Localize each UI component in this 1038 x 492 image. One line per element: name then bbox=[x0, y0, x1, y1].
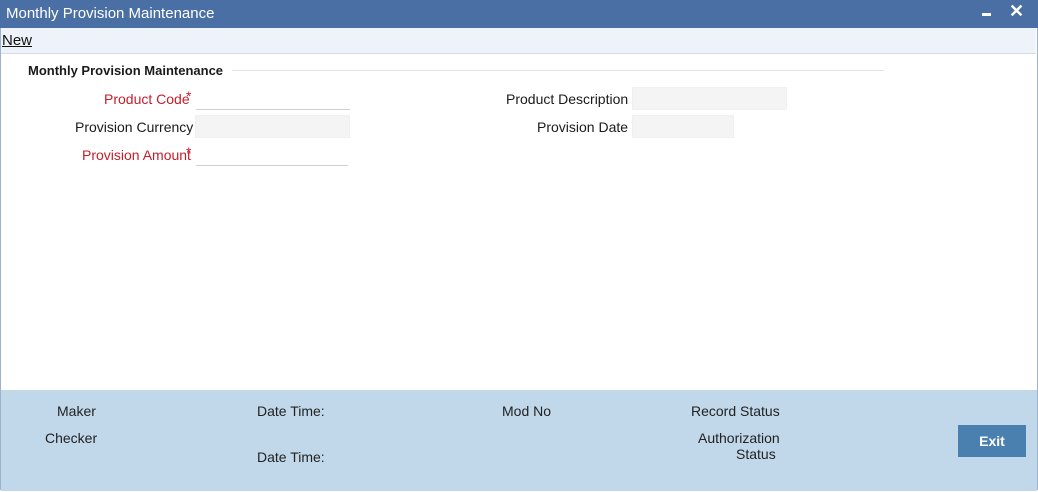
window-titlebar: Monthly Provision Maintenance ✕ bbox=[0, 0, 1038, 28]
toolbar: New bbox=[0, 28, 1036, 54]
provision-amount-required-mark: * bbox=[186, 144, 192, 160]
record-status-label: Record Status bbox=[691, 403, 780, 419]
provision-amount-input[interactable] bbox=[196, 145, 348, 166]
product-code-label: Product Code bbox=[104, 91, 190, 107]
product-description-field[interactable] bbox=[632, 87, 787, 110]
provision-date-field[interactable] bbox=[632, 115, 734, 138]
mod-no-label: Mod No bbox=[502, 403, 552, 419]
checker-label: Checker bbox=[45, 430, 98, 446]
exit-button[interactable]: Exit bbox=[958, 425, 1026, 457]
provision-currency-field[interactable] bbox=[195, 115, 350, 138]
product-description-label: Product Description bbox=[506, 91, 629, 107]
section-divider bbox=[232, 70, 884, 71]
product-code-required-mark: * bbox=[186, 88, 192, 104]
provision-currency-label: Provision Currency bbox=[75, 119, 194, 135]
authorization-status-label-line1: Authorization bbox=[698, 430, 780, 446]
close-icon[interactable]: ✕ bbox=[1009, 2, 1024, 20]
maker-date-time-label: Date Time: bbox=[257, 403, 325, 419]
new-button[interactable]: New bbox=[2, 32, 32, 49]
checker-date-time-label: Date Time: bbox=[257, 449, 325, 465]
window-title: Monthly Provision Maintenance bbox=[6, 5, 215, 22]
minimize-icon[interactable] bbox=[980, 2, 994, 16]
section-title: Monthly Provision Maintenance bbox=[28, 63, 224, 78]
provision-amount-label: Provision Amount bbox=[82, 147, 191, 163]
authorization-status-label-line2: Status bbox=[736, 446, 776, 462]
maker-label: Maker bbox=[57, 403, 96, 419]
provision-date-label: Provision Date bbox=[537, 119, 629, 135]
product-code-input[interactable] bbox=[196, 89, 350, 110]
